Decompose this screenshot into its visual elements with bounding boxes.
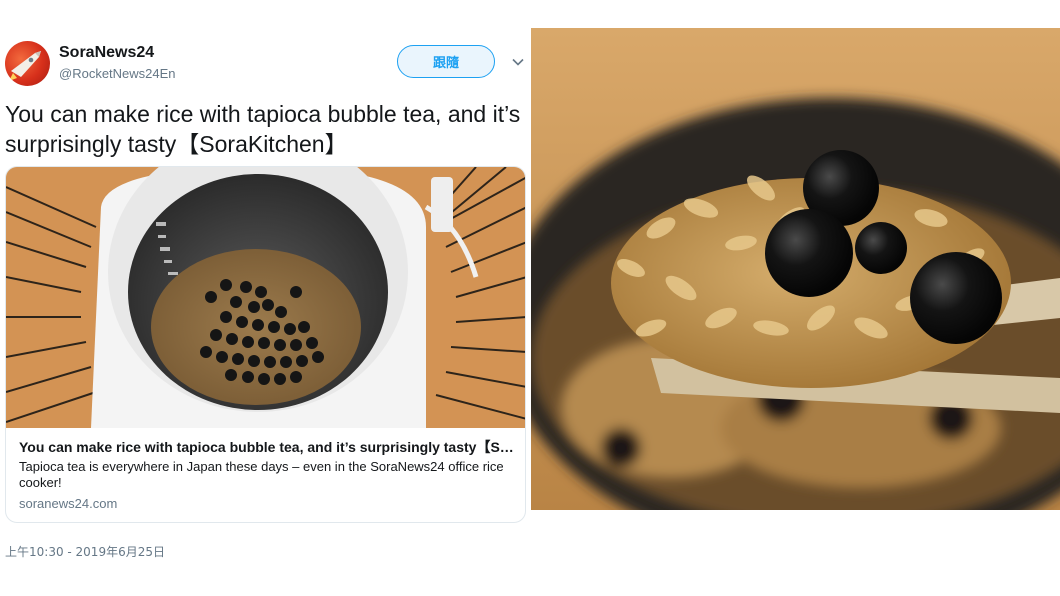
- card-image-rice-cooker: [6, 167, 525, 428]
- link-card[interactable]: You can make rice with tapioca bubble te…: [5, 166, 526, 523]
- tweet-timestamp[interactable]: 上午10:30 - 2019年6月25日: [5, 543, 165, 560]
- chevron-down-icon[interactable]: [511, 55, 525, 69]
- author-avatar[interactable]: [5, 41, 50, 86]
- card-domain: soranews24.com: [19, 496, 118, 511]
- tweet-text: You can make rice with tapioca bubble te…: [5, 101, 521, 157]
- author-name[interactable]: SoraNews24: [59, 44, 154, 62]
- card-title[interactable]: You can make rice with tapioca bubble te…: [19, 437, 515, 457]
- card-description: Tapioca tea is everywhere in Japan these…: [19, 459, 504, 490]
- follow-button[interactable]: 跟隨: [397, 45, 495, 78]
- author-handle[interactable]: @RocketNews24En: [59, 66, 176, 81]
- tweet: SoraNews24 @RocketNews24En 跟隨 You can ma…: [0, 0, 530, 596]
- photo-rice-chopsticks: [531, 28, 1060, 510]
